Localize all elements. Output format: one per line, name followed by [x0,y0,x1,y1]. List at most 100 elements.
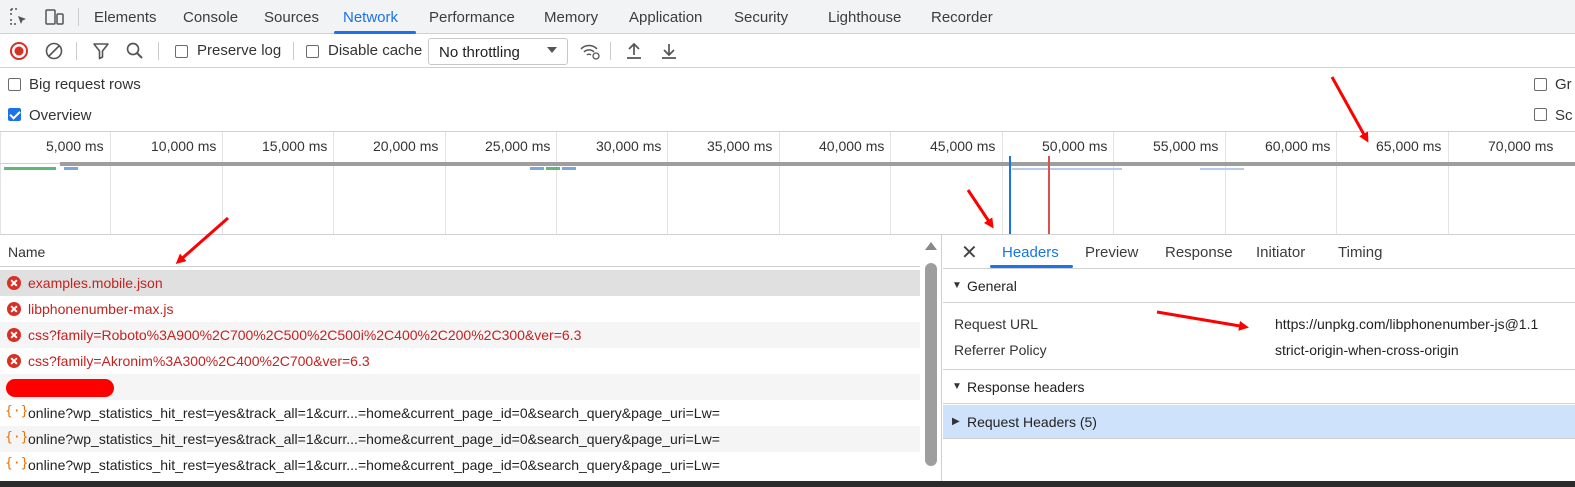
request-name: examples.mobile.json [28,275,163,291]
device-toolbar-icon[interactable] [44,7,64,27]
toolbar-divider [158,42,159,60]
tab-initiator[interactable]: Initiator [1256,244,1305,261]
tab-console[interactable]: Console [183,9,238,26]
timeline-gridline [667,132,668,234]
request-name: css?family=Roboto%3A900%2C700%2C500%2C50… [28,327,582,343]
throttling-select[interactable]: No throttling [428,38,568,65]
import-har-icon[interactable] [623,41,645,61]
request-headers-section-header[interactable]: ▶ Request Headers (5) [943,405,1575,439]
preserve-log-checkbox[interactable] [175,45,188,58]
active-details-tab-indicator [990,265,1073,268]
throttling-value: No throttling [439,44,520,61]
tab-elements[interactable]: Elements [94,9,157,26]
tab-performance[interactable]: Performance [429,9,515,26]
screenshots-checkbox[interactable] [1534,108,1547,121]
network-conditions-icon[interactable] [578,41,600,61]
scroll-up-icon[interactable] [925,242,937,250]
timeline-gridline [1336,132,1337,234]
error-icon [7,276,21,290]
chevron-down-icon [547,47,557,53]
group-by-frame-label: Gr [1555,76,1572,93]
scrollbar-thumb[interactable] [925,263,937,466]
referrer-policy-label: Referrer Policy [954,342,1047,358]
group-by-frame-checkbox[interactable] [1534,78,1547,91]
request-name: css?family=Akronim%3A300%2C400%2C700&ver… [28,353,370,369]
timeline-request-bar [64,167,78,170]
close-icon[interactable]: ✕ [961,240,978,265]
tab-divider [78,8,79,26]
disable-cache-checkbox[interactable] [306,45,319,58]
timeline-gridline [1448,132,1449,234]
timeline-tick: 10,000 ms [151,138,217,154]
search-icon[interactable] [124,41,146,61]
timeline-gridline [1002,132,1003,234]
timeline-request-bar [546,167,560,170]
request-name: libphonenumber-max.js [28,301,174,317]
request-row[interactable]: css?family=Roboto%3A900%2C700%2C500%2C50… [0,322,920,348]
big-request-rows-checkbox[interactable] [8,78,21,91]
fetch-xhr-icon: {·} [5,404,29,419]
redaction-mark [6,379,114,397]
name-column-label: Name [8,244,46,260]
clear-icon[interactable] [43,41,65,61]
request-headers-title: Request Headers (5) [967,414,1097,430]
general-section-title: General [967,278,1017,294]
tab-preview[interactable]: Preview [1085,244,1138,261]
request-row[interactable]: examples.mobile.json [0,270,920,296]
response-headers-section-header[interactable]: ▼ Response headers [943,370,1575,404]
timeline-tick: 50,000 ms [1042,138,1108,154]
inspect-element-icon[interactable] [9,7,29,27]
tab-timing[interactable]: Timing [1338,244,1382,261]
timeline-gridline [0,132,1,234]
name-column-header[interactable]: Name [0,235,920,267]
devtools-tab-bar: Elements Console Sources Network Perform… [0,0,1575,34]
screenshots-label: Sc [1555,107,1573,124]
tab-security[interactable]: Security [734,9,788,26]
timeline-tick: 20,000 ms [373,138,439,154]
preserve-log-label: Preserve log [197,42,282,59]
error-icon [7,302,21,316]
export-har-icon[interactable] [658,41,680,61]
request-row[interactable]: css?family=Akronim%3A300%2C400%2C700&ver… [0,348,920,374]
timeline-tick: 60,000 ms [1265,138,1331,154]
timeline-overview[interactable]: 5,000 ms 10,000 ms 15,000 ms 20,000 ms 2… [0,132,1575,235]
tab-response[interactable]: Response [1165,244,1233,261]
timeline-tick: 30,000 ms [596,138,662,154]
filter-icon[interactable] [90,41,112,61]
tab-lighthouse[interactable]: Lighthouse [828,9,901,26]
timeline-tick: 45,000 ms [930,138,996,154]
timeline-gridline [445,132,446,234]
timeline-gridline [333,132,334,234]
tab-recorder[interactable]: Recorder [931,9,993,26]
request-row[interactable]: {·} online?wp_statistics_hit_rest=yes&tr… [0,452,920,478]
timeline-request-bar [562,167,576,170]
overview-checkbox[interactable] [8,108,21,121]
tab-headers[interactable]: Headers [1002,244,1059,261]
timeline-tick: 15,000 ms [262,138,328,154]
timeline-gridline [890,132,891,234]
timeline-request-bar [4,167,56,170]
timeline-gridline [1113,132,1114,234]
request-row[interactable] [0,374,920,400]
disable-cache-label: Disable cache [328,42,423,59]
tab-network[interactable]: Network [343,9,398,26]
timeline-tick: 40,000 ms [819,138,885,154]
timeline-tick: 70,000 ms [1488,138,1554,154]
tab-application[interactable]: Application [629,9,702,26]
request-details-pane: ✕ Headers Preview Response Initiator Tim… [943,235,1575,487]
request-row[interactable]: libphonenumber-max.js [0,296,920,322]
request-name: online?wp_statistics_hit_rest=yes&track_… [28,431,720,447]
details-tab-bar: ✕ Headers Preview Response Initiator Tim… [943,235,1575,269]
timeline-gridline [779,132,780,234]
timeline-request-bar [60,162,1575,166]
timeline-tick: 55,000 ms [1153,138,1219,154]
general-section-header[interactable]: ▼ General [943,269,1575,303]
record-stop-icon[interactable] [8,41,30,61]
timeline-tick: 35,000 ms [707,138,773,154]
tab-sources[interactable]: Sources [264,9,319,26]
big-request-rows-label: Big request rows [29,76,141,93]
request-row[interactable]: {·} online?wp_statistics_hit_rest=yes&tr… [0,426,920,452]
request-row[interactable]: {·} online?wp_statistics_hit_rest=yes&tr… [0,400,920,426]
request-name: online?wp_statistics_hit_rest=yes&track_… [28,405,720,421]
tab-memory[interactable]: Memory [544,9,598,26]
